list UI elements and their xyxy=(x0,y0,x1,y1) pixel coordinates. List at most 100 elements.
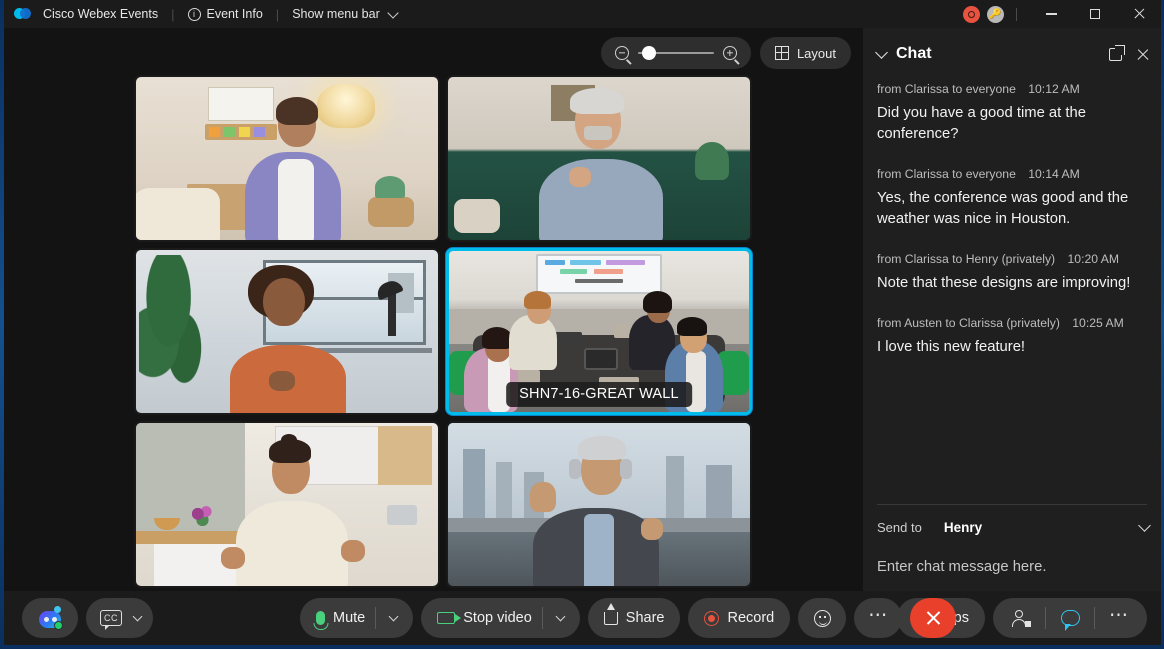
chat-message-sender: from Clarissa to everyone xyxy=(877,167,1016,181)
participant-name-label: SHN7-16-GREAT WALL xyxy=(506,382,692,407)
host-key-icon[interactable]: 🔑 xyxy=(987,5,1004,23)
zoom-slider-control[interactable] xyxy=(600,37,751,69)
chat-header-actions xyxy=(1109,44,1149,61)
share-button[interactable]: Share xyxy=(587,598,681,638)
control-bar-center: Mute Stop video Share Record ⋯ xyxy=(300,598,957,638)
layout-label: Layout xyxy=(796,45,836,61)
recording-indicator-icon[interactable] xyxy=(963,5,980,23)
mute-split xyxy=(375,607,377,629)
chat-message-sender: from Austen to Clarissa (privately) xyxy=(877,316,1060,330)
grid-icon xyxy=(774,46,789,60)
group-split-1 xyxy=(1045,607,1046,629)
zoom-out-icon[interactable] xyxy=(614,46,629,60)
zoom-in-icon[interactable] xyxy=(722,46,737,60)
more-options-button[interactable]: ⋯ xyxy=(854,598,903,638)
maximize-button[interactable] xyxy=(1073,0,1117,28)
video-feed-1 xyxy=(136,77,438,240)
video-tile-3[interactable] xyxy=(134,248,440,415)
stage-toolbar: Layout xyxy=(600,37,851,69)
video-grid: SHN7-16-GREAT WALL xyxy=(134,75,752,591)
chat-message-time: 10:14 AM xyxy=(1028,167,1080,181)
desktop-backdrop: Cisco Webex Events | i Event Info | Show… xyxy=(0,0,1164,649)
closed-captions-button[interactable]: CC xyxy=(86,598,153,638)
video-split xyxy=(541,607,543,629)
chevron-down-icon[interactable] xyxy=(555,611,566,622)
minimize-button[interactable] xyxy=(1029,0,1073,28)
ellipsis-icon: ⋯ xyxy=(1109,604,1129,626)
chat-message-meta: from Clarissa to Henry (privately) 10:20… xyxy=(877,252,1147,266)
title-divider-3 xyxy=(1016,7,1017,21)
chat-message-sender: from Clarissa to everyone xyxy=(877,82,1016,96)
mute-button[interactable]: Mute xyxy=(300,598,414,638)
microphone-icon xyxy=(316,611,325,625)
stop-video-label: Stop video xyxy=(463,610,532,626)
title-bar-right: 🔑 xyxy=(963,0,1161,28)
closed-captions-icon: CC xyxy=(100,610,122,630)
more-right-button[interactable]: ⋯ xyxy=(1097,604,1141,626)
video-tile-6[interactable] xyxy=(446,421,752,588)
title-bar: Cisco Webex Events | i Event Info | Show… xyxy=(4,0,1161,28)
record-button[interactable]: Record xyxy=(688,598,791,638)
title-divider-1: | xyxy=(171,6,175,22)
event-info-button[interactable]: i Event Info xyxy=(187,7,263,21)
popout-icon[interactable] xyxy=(1109,44,1125,61)
chat-message-time: 10:20 AM xyxy=(1067,252,1120,266)
chevron-down-icon[interactable] xyxy=(388,611,399,622)
chat-message: from Clarissa to everyone 10:14 AM Yes, … xyxy=(877,167,1147,230)
chat-message-text: Did you have a good time at the conferen… xyxy=(877,105,1086,142)
video-tile-5[interactable] xyxy=(134,421,440,588)
chat-message-meta: from Clarissa to everyone 10:12 AM xyxy=(877,82,1147,96)
video-stage: Layout SHN7-16-GREAT WALL xyxy=(4,28,863,591)
info-icon: i xyxy=(187,7,201,21)
send-to-value: Henry xyxy=(943,519,983,535)
chat-panel: Chat from Clarissa to everyone 10:12 AM … xyxy=(863,28,1161,591)
smiley-icon xyxy=(813,609,831,627)
chat-input[interactable]: Enter chat message here. xyxy=(863,549,1161,591)
chat-collapse-icon[interactable] xyxy=(875,45,888,59)
zoom-slider[interactable] xyxy=(637,46,714,60)
chat-message: from Austen to Clarissa (privately) 10:2… xyxy=(877,316,1147,358)
layout-button[interactable]: Layout xyxy=(759,37,851,69)
close-icon xyxy=(925,610,941,626)
ai-assistant-icon xyxy=(37,606,63,630)
chevron-down-icon[interactable] xyxy=(1138,518,1151,532)
stop-video-button[interactable]: Stop video xyxy=(421,598,580,638)
title-divider-2: | xyxy=(275,6,280,22)
chat-message-sender: from Clarissa to Henry (privately) xyxy=(877,252,1056,266)
app-title: Cisco Webex Events xyxy=(43,7,159,21)
reactions-button[interactable] xyxy=(798,598,847,638)
participants-button[interactable] xyxy=(999,609,1043,627)
chat-button[interactable] xyxy=(1048,610,1092,631)
chat-message-list[interactable]: from Clarissa to everyone 10:12 AM Did y… xyxy=(863,74,1161,504)
video-tile-4-active[interactable]: SHN7-16-GREAT WALL xyxy=(446,248,752,415)
group-split-2 xyxy=(1094,607,1095,629)
chat-header: Chat xyxy=(863,34,1161,74)
close-button[interactable] xyxy=(1117,0,1161,28)
zoom-slider-thumb[interactable] xyxy=(641,46,656,60)
chat-message: from Clarissa to Henry (privately) 10:20… xyxy=(877,252,1147,294)
control-bar-left: CC xyxy=(4,598,153,638)
chevron-down-icon xyxy=(387,6,399,19)
chevron-down-icon[interactable] xyxy=(132,611,143,622)
event-info-label: Event Info xyxy=(206,7,263,21)
show-menu-bar-button[interactable]: Show menu bar xyxy=(292,6,399,21)
control-bar: CC Mute Stop video Share Record ⋯ ⋯ xyxy=(4,591,1161,645)
chat-message-meta: from Austen to Clarissa (privately) 10:2… xyxy=(877,316,1147,330)
close-icon[interactable] xyxy=(1136,48,1149,61)
chat-title: Chat xyxy=(896,45,932,62)
chat-message-time: 10:12 AM xyxy=(1028,82,1080,96)
chat-message-time: 10:25 AM xyxy=(1072,316,1124,330)
send-to-selector[interactable]: Send to Henry xyxy=(863,505,1161,549)
chat-message-text: I love this new feature! xyxy=(877,339,1026,355)
record-icon xyxy=(704,610,720,626)
chat-message-meta: from Clarissa to everyone 10:14 AM xyxy=(877,167,1147,181)
ai-assistant-button[interactable] xyxy=(22,598,78,638)
video-feed-5 xyxy=(136,423,438,586)
camera-icon xyxy=(437,612,462,624)
chat-message-text: Note that these designs are improving! xyxy=(877,275,1131,291)
video-tile-1[interactable] xyxy=(134,75,440,242)
leave-meeting-button[interactable] xyxy=(910,598,957,638)
video-tile-2[interactable] xyxy=(446,75,752,242)
show-menu-bar-label: Show menu bar xyxy=(292,7,380,21)
send-to-label: Send to xyxy=(877,519,922,535)
